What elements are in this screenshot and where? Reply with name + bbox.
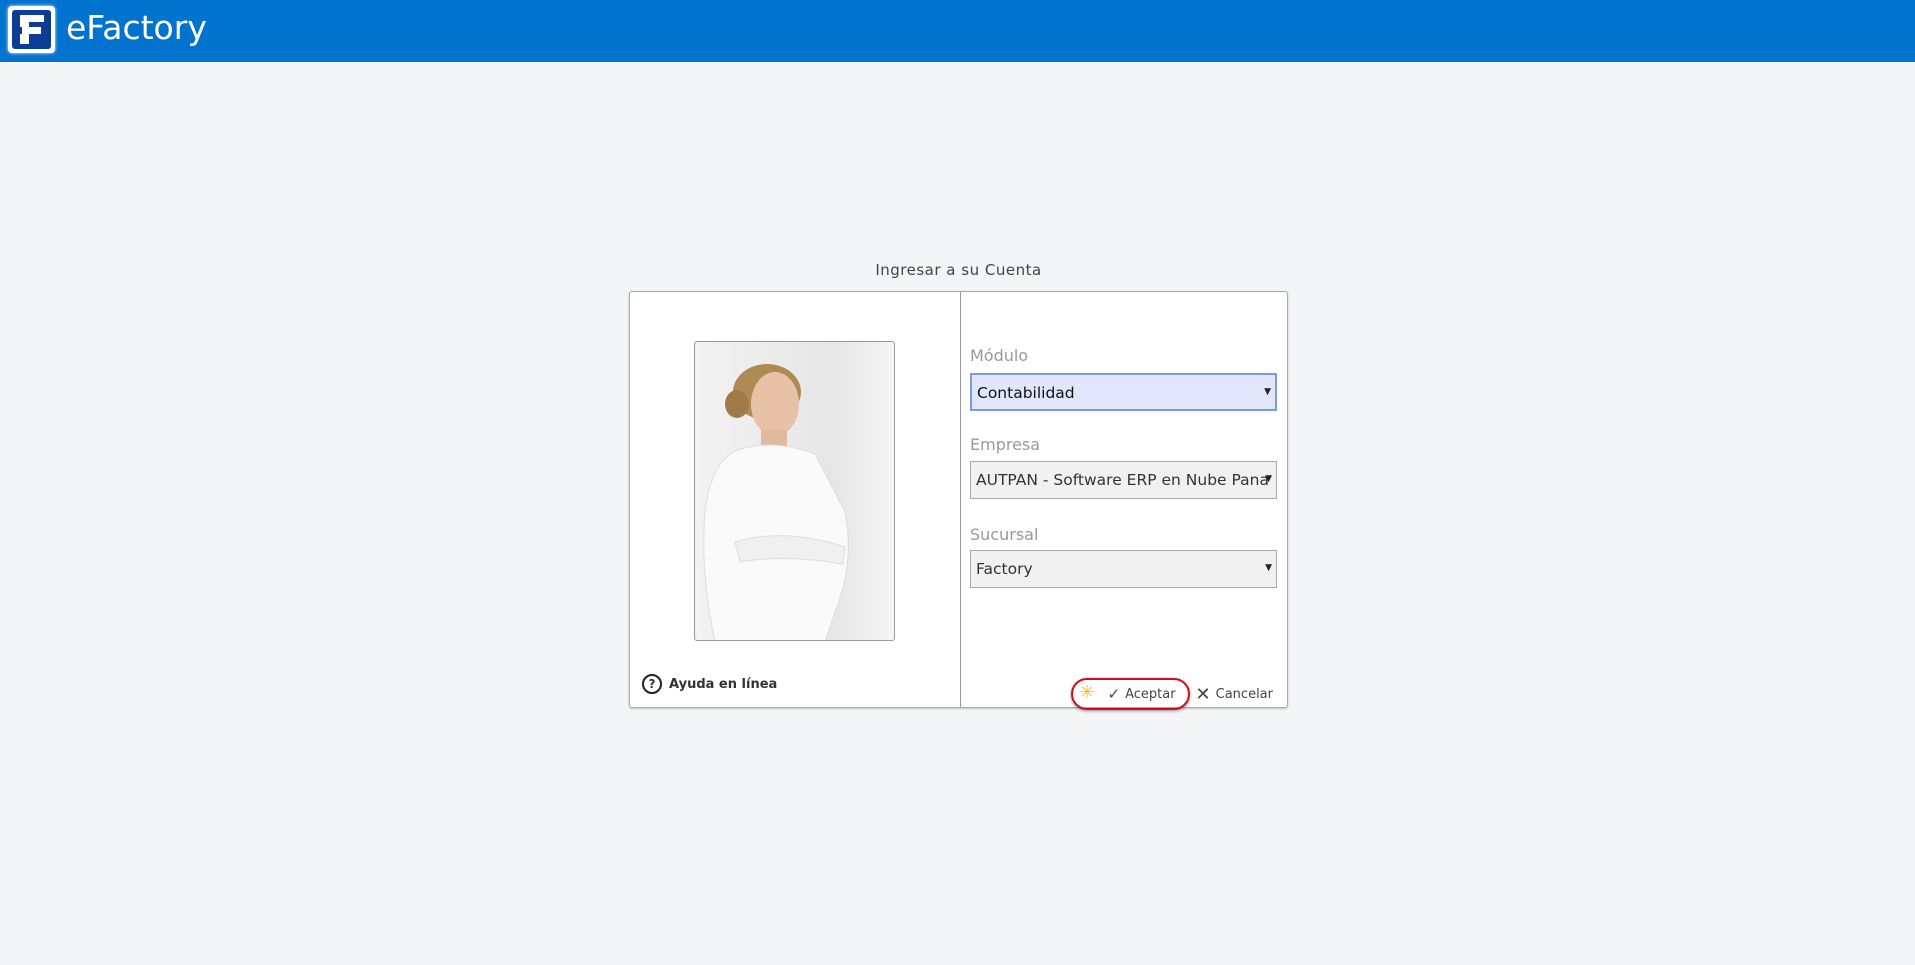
empresa-select[interactable]: AUTPAN - Software ERP en Nube Pana ▼: [970, 461, 1277, 499]
empresa-label: Empresa: [970, 435, 1041, 454]
login-dialog: ? Ayuda en línea Módulo Contabilidad ▼ E…: [629, 291, 1288, 710]
dialog-title: Ingresar a su Cuenta: [875, 261, 1042, 279]
empresa-value: AUTPAN - Software ERP en Nube Pana: [976, 471, 1269, 489]
modulo-label: Módulo: [970, 346, 1029, 365]
sucursal-label: Sucursal: [970, 525, 1039, 544]
help-label: Ayuda en línea: [669, 676, 778, 692]
accept-button[interactable]: ✳ ✓ Aceptar: [1071, 678, 1190, 710]
help-icon: ?: [642, 674, 662, 694]
app-header: eFactory: [0, 0, 1915, 62]
check-icon: ✓: [1107, 685, 1121, 703]
chevron-down-icon: ▼: [1265, 563, 1272, 573]
chevron-down-icon: ▼: [1264, 387, 1271, 397]
click-highlight-icon: ✳: [1079, 682, 1095, 703]
accept-label: Aceptar: [1125, 686, 1176, 702]
cancel-button[interactable]: ✕ Cancelar: [1196, 684, 1273, 705]
close-icon: ✕: [1195, 683, 1211, 705]
app-title: eFactory: [66, 8, 207, 47]
sucursal-value: Factory: [976, 560, 1033, 578]
chevron-down-icon: ▼: [1265, 474, 1272, 484]
divider: [960, 292, 961, 707]
modulo-value: Contabilidad: [977, 384, 1075, 402]
efactory-logo-icon: [8, 6, 55, 53]
sucursal-select[interactable]: Factory ▼: [970, 550, 1277, 588]
modulo-select[interactable]: Contabilidad ▼: [970, 373, 1277, 411]
cancel-label: Cancelar: [1215, 686, 1273, 702]
online-help-link[interactable]: ? Ayuda en línea: [642, 674, 777, 694]
user-photo: [694, 341, 895, 641]
